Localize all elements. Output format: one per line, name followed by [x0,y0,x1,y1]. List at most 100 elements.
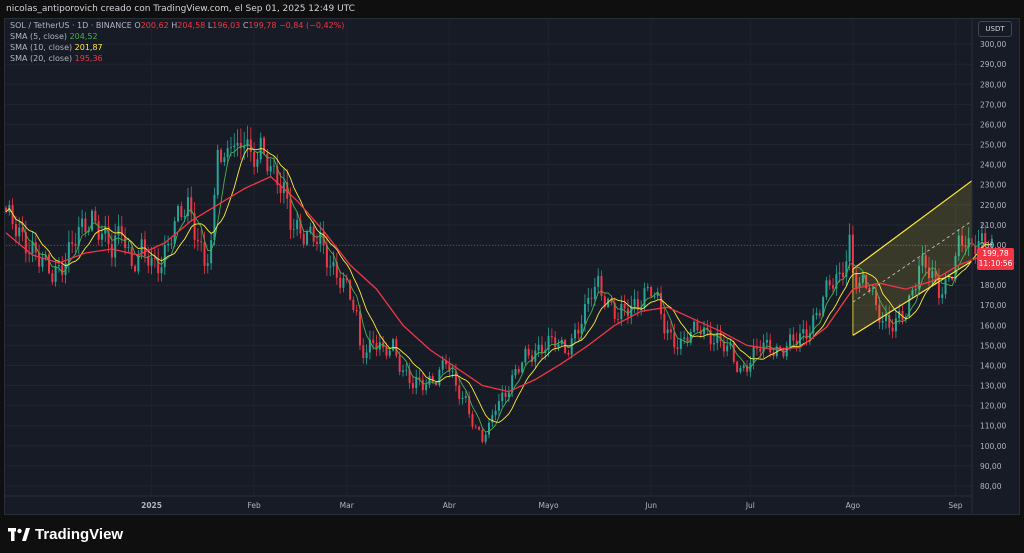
candle-body [478,426,481,430]
candle-body [574,329,577,339]
candle-body [577,329,580,334]
candle-body [633,299,636,306]
candle-body [14,224,17,237]
y-tick-label: 230,00 [980,181,1006,190]
candle-body [696,321,699,331]
candle-body [815,312,818,316]
candle-body [458,385,461,399]
y-tick-label: 260,00 [980,120,1006,129]
sma20-line [5,175,992,393]
sma20-label: SMA (20, close) [10,54,73,63]
y-tick-label: 210,00 [980,221,1006,230]
candle-body [342,278,345,288]
candle-body [514,369,517,376]
candle-body [61,265,64,276]
y-tick-label: 90,00 [980,462,1002,471]
candle-body [266,153,269,172]
x-tick-label: Mayo [538,501,559,510]
price-chart[interactable]: 80,00 90,00 100,00 110,00 120,00 130,00 140,00… [4,18,1020,515]
y-tick-label: 180,00 [980,281,1006,290]
tradingview-logo[interactable]: TradingView [8,526,123,543]
candle-body [898,310,901,319]
candle-body [332,261,335,267]
candle-body [127,247,130,249]
candle-body [140,239,143,255]
candle-body [372,339,375,344]
candle-body [792,334,795,341]
candle-body [451,371,454,373]
x-tick-label: Mar [340,501,355,510]
sma20-legend-row[interactable]: SMA (20, close) 195,36 [10,53,344,64]
candle-body [223,157,226,163]
ohlc-legend-row[interactable]: SOL / TetherUS · 1D · BINANCE O200,62 H2… [10,20,344,31]
x-tick-label: Ago [846,501,861,510]
candle-body [676,347,679,349]
candle-body [253,152,256,167]
open-value: 200,62 [140,21,169,30]
candle-body [150,257,153,266]
candle-body [196,239,199,242]
candle-body [712,343,715,345]
candle-body [663,314,666,334]
candle-body [617,318,620,320]
candle-body [623,303,626,309]
candle-body [673,332,676,348]
candle-body [550,336,553,338]
candle-body [84,218,87,233]
candle-body [117,226,120,236]
candle-body [540,344,543,354]
y-tick-label: 150,00 [980,341,1006,350]
candle-body [752,347,755,363]
candle-body [474,426,477,428]
candle-body [243,146,246,149]
candle-body [703,327,706,335]
candle-body [309,226,312,232]
y-tick-label: 170,00 [980,301,1006,310]
attribution-text: nicolas_antiporovich creado con TradingV… [6,4,355,14]
candle-body [554,337,557,348]
candle-body [329,266,332,268]
candle-body [504,392,507,397]
candle-body [491,415,494,423]
candle-body [315,241,318,245]
candle-body [41,257,44,267]
candle-body [206,263,209,266]
sma5-legend-row[interactable]: SMA (5, close) 204,52 [10,31,344,42]
moving-averages [5,144,993,433]
candle-body [583,304,586,324]
candle-body [461,397,464,399]
y-tick-label: 120,00 [980,402,1006,411]
candle-body [306,231,309,245]
trend-channel [852,180,973,336]
candle-body [110,243,113,258]
candle-body [352,299,355,311]
candle-body [302,233,305,245]
candle-body [765,339,768,343]
candle-body [229,147,232,149]
candle-body [683,337,686,339]
candle-body [398,355,401,372]
x-tick-label: Jul [745,501,755,510]
x-tick-label: Jun [644,501,657,510]
y-tick-label: 140,00 [980,361,1006,370]
candle-body [385,347,388,356]
candle-body [220,149,223,163]
sma5-value: 204,52 [69,32,98,41]
candle-body [494,410,497,416]
candle-body [587,297,590,305]
candle-body [415,377,418,389]
candle-body [739,367,742,372]
candle-body [74,243,77,247]
y-tick-label: 270,00 [980,100,1006,109]
y-tick-label: 250,00 [980,141,1006,150]
candle-body [643,288,646,308]
candle-body [537,344,540,351]
candle-body [239,142,242,149]
candle-body [650,286,653,297]
candle-body [216,149,219,195]
candle-body [411,383,414,389]
sma10-legend-row[interactable]: SMA (10, close) 201,87 [10,42,344,53]
candle-body [736,361,739,372]
candle-body [481,429,484,442]
currency-button[interactable]: USDT [978,21,1012,37]
